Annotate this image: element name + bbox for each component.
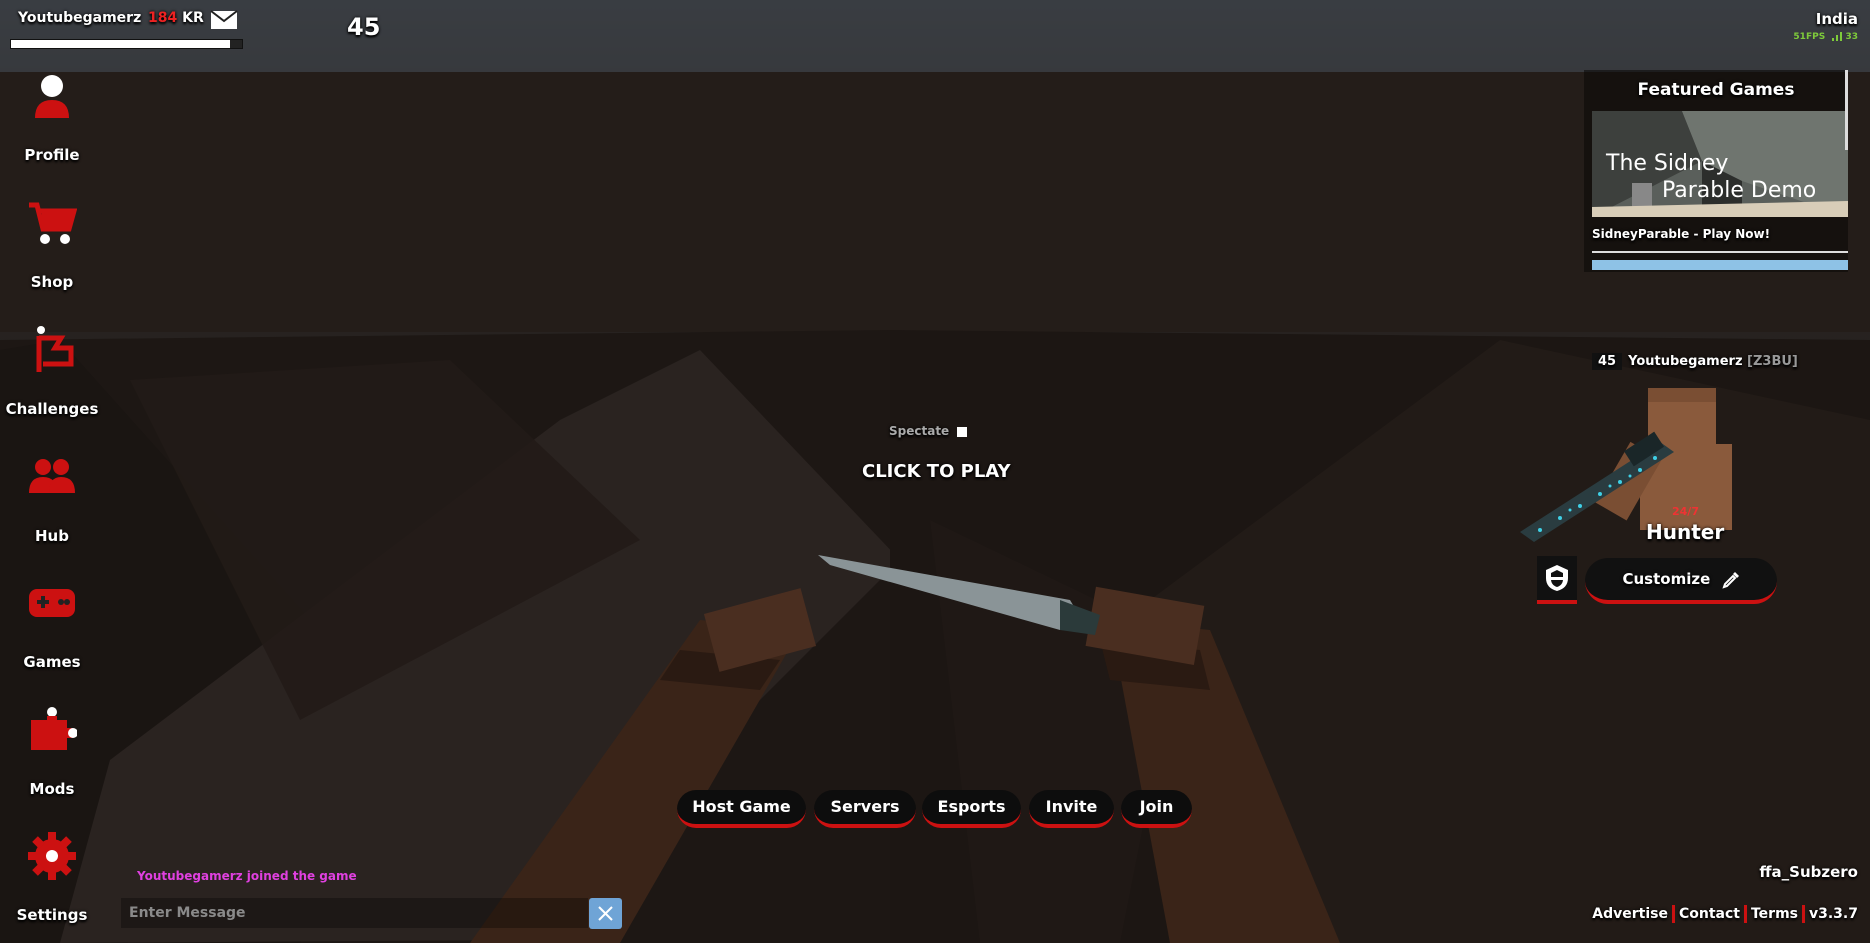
xp-bar-fill bbox=[11, 40, 231, 48]
sidebar-item-label: Games bbox=[23, 653, 81, 671]
chat-input[interactable] bbox=[121, 898, 588, 928]
featured-next-item[interactable] bbox=[1592, 260, 1848, 270]
host-game-button[interactable]: Host Game bbox=[677, 790, 806, 828]
clan-badge-button[interactable] bbox=[1537, 556, 1577, 604]
cart-icon bbox=[29, 202, 77, 244]
close-icon bbox=[598, 906, 613, 921]
spectate-checkbox[interactable] bbox=[957, 426, 968, 437]
class-tag: 24/7 bbox=[1672, 505, 1699, 518]
chat-message: Youtubegamerz joined the game bbox=[137, 869, 357, 883]
sidebar-item-label: Mods bbox=[29, 780, 75, 798]
sidebar-item-mods[interactable]: Mods bbox=[0, 700, 104, 810]
flag-icon bbox=[36, 326, 74, 372]
featured-games-panel: Featured Games The Sidney Parable Demo S… bbox=[1584, 70, 1848, 272]
kr-value: 184 bbox=[148, 10, 178, 26]
username: Youtubegamerz bbox=[18, 10, 142, 26]
sidebar-item-label: Profile bbox=[24, 146, 80, 164]
level-display: 45 bbox=[347, 13, 381, 41]
player-nameplate: 45 Youtubegamerz [Z3BU] bbox=[1592, 353, 1798, 370]
sidebar-item-label: Challenges bbox=[5, 400, 99, 418]
spectate-label: Spectate bbox=[889, 424, 950, 438]
sidebar-item-settings[interactable]: Settings bbox=[0, 826, 104, 936]
ping-readout: 33 bbox=[1845, 32, 1858, 42]
sidebar-item-challenges[interactable]: Challenges bbox=[0, 320, 104, 430]
customize-label: Customize bbox=[1622, 570, 1711, 588]
fps-readout: 51FPS bbox=[1793, 32, 1826, 42]
chat-close-button[interactable] bbox=[589, 898, 622, 929]
kr-balance[interactable]: 184 KR bbox=[148, 10, 204, 26]
featured-image-text-line2: Parable Demo bbox=[1662, 178, 1817, 203]
terms-link[interactable]: Terms bbox=[1751, 906, 1798, 922]
sidebar-item-label: Hub bbox=[35, 527, 69, 545]
featured-divider bbox=[1592, 251, 1848, 253]
advertise-link[interactable]: Advertise bbox=[1592, 906, 1668, 922]
sidebar-item-profile[interactable]: Profile bbox=[0, 66, 104, 176]
servers-button[interactable]: Servers bbox=[814, 790, 916, 828]
version-label: v3.3.7 bbox=[1809, 906, 1858, 922]
sidebar-item-hub[interactable]: Hub bbox=[0, 447, 104, 557]
featured-image-text-line1: The Sidney bbox=[1606, 151, 1729, 176]
sidebar-item-label: Shop bbox=[30, 273, 74, 291]
featured-scrollbar[interactable] bbox=[1845, 70, 1848, 150]
player-level: 45 bbox=[1592, 353, 1623, 370]
network-stats: 51FPS 33 bbox=[1793, 32, 1858, 42]
signal-icon bbox=[1832, 32, 1843, 41]
class-name: Hunter bbox=[1646, 520, 1725, 544]
kr-unit: KR bbox=[182, 10, 204, 26]
eyedropper-icon bbox=[1721, 571, 1739, 589]
join-button[interactable]: Join bbox=[1121, 790, 1192, 828]
gamepad-icon bbox=[29, 589, 75, 617]
esports-button[interactable]: Esports bbox=[922, 790, 1021, 828]
contact-link[interactable]: Contact bbox=[1679, 906, 1740, 922]
map-name: ffa_Subzero bbox=[1759, 863, 1858, 881]
server-region: India bbox=[1815, 10, 1858, 28]
shield-icon bbox=[1546, 565, 1568, 591]
sidebar-item-label: Settings bbox=[16, 906, 88, 924]
xp-bar bbox=[10, 39, 243, 49]
mail-icon[interactable] bbox=[210, 10, 238, 30]
spectate-toggle[interactable]: Spectate bbox=[889, 424, 968, 438]
people-icon bbox=[29, 459, 75, 493]
featured-game-image[interactable]: The Sidney Parable Demo bbox=[1592, 111, 1848, 217]
puzzle-icon bbox=[31, 707, 77, 750]
sidebar-item-shop[interactable]: Shop bbox=[0, 193, 104, 303]
customize-button[interactable]: Customize bbox=[1585, 558, 1777, 604]
sidebar-item-games[interactable]: Games bbox=[0, 573, 104, 683]
footer-links: Advertise Contact Terms v3.3.7 bbox=[1592, 905, 1858, 923]
featured-game-link[interactable]: SidneyParable - Play Now! bbox=[1592, 227, 1770, 241]
player-name: Youtubegamerz bbox=[1628, 354, 1743, 369]
player-clan: [Z3BU] bbox=[1747, 354, 1798, 369]
featured-title: Featured Games bbox=[1637, 80, 1795, 100]
profile-icon bbox=[35, 75, 69, 118]
gear-icon bbox=[28, 832, 76, 880]
invite-button[interactable]: Invite bbox=[1029, 790, 1114, 828]
click-to-play[interactable]: CLICK TO PLAY bbox=[862, 461, 1011, 482]
